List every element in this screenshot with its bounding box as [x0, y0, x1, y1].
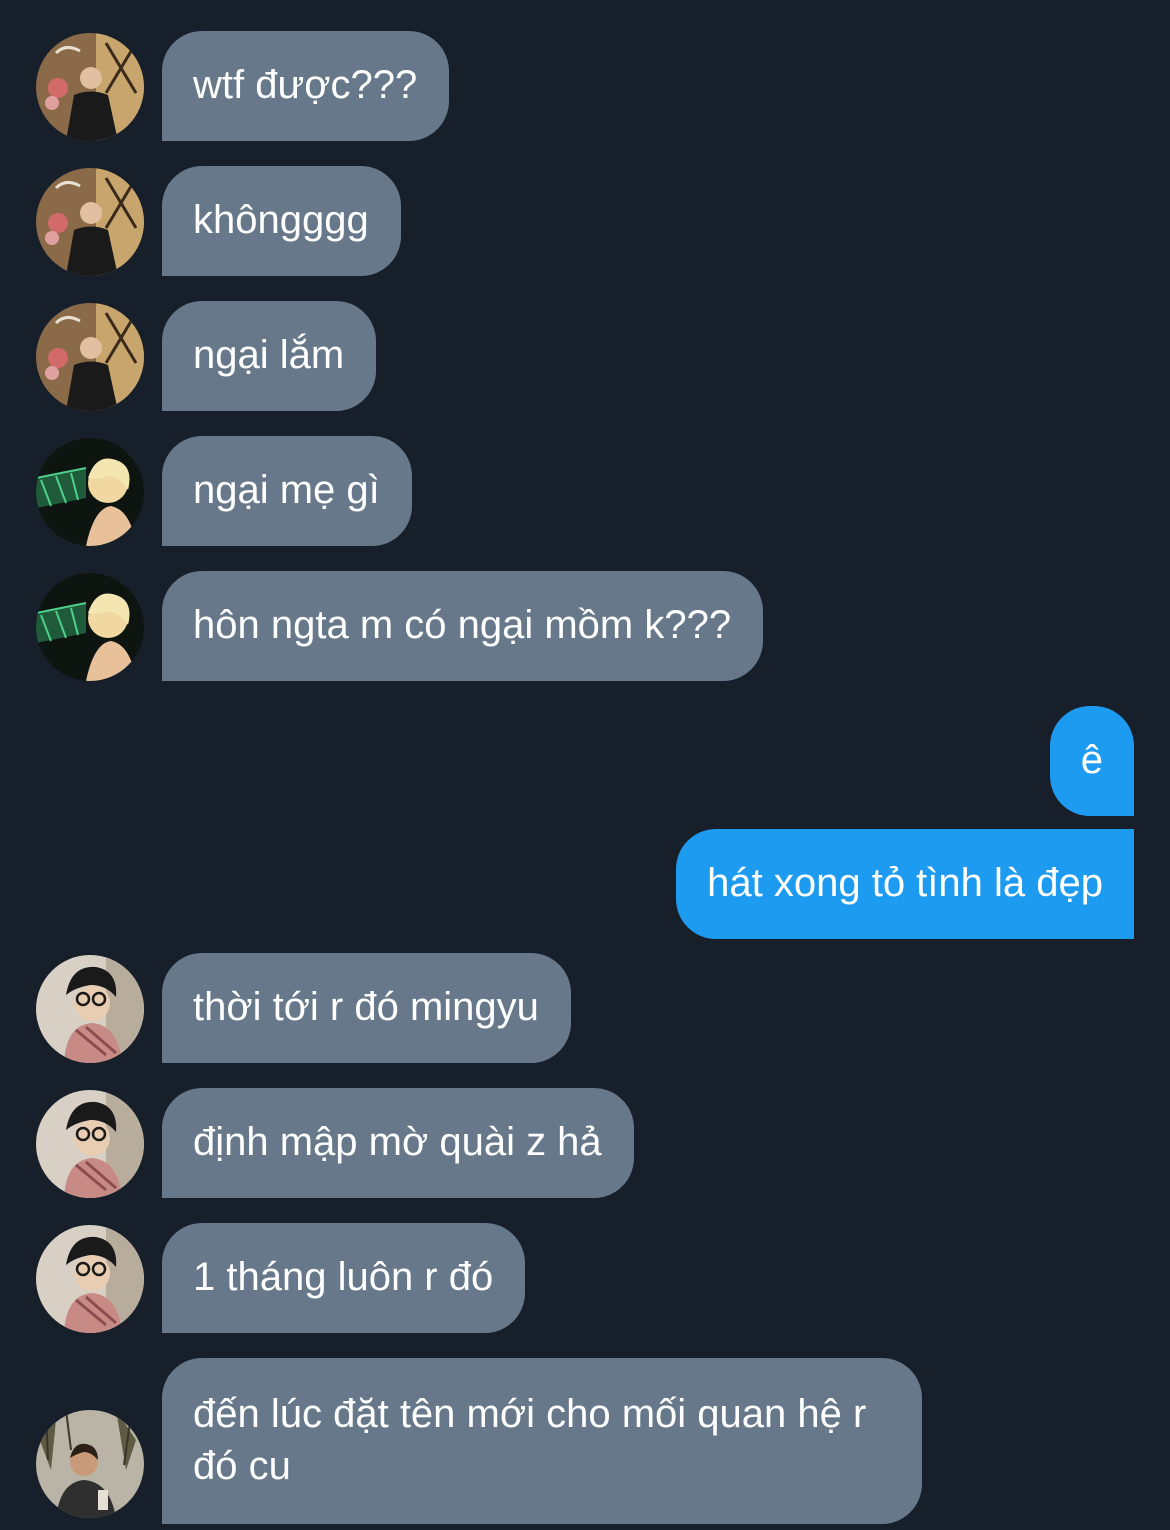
- message-text: ê: [1080, 738, 1103, 782]
- message-row: ngại mẹ gì: [0, 436, 1170, 546]
- message-bubble[interactable]: 1 tháng luôn r đó: [162, 1223, 526, 1333]
- message-row-outgoing: hát xong tỏ tình là đẹp: [0, 829, 1170, 939]
- message-row: 1 tháng luôn r đó: [0, 1223, 1170, 1333]
- avatar-guitar-man-icon: [36, 303, 144, 411]
- message-row: định mập mờ quài z hả: [0, 1088, 1170, 1198]
- avatar-glasses-person-icon: [36, 955, 144, 1063]
- avatar-blonde-person-icon: [36, 438, 144, 546]
- message-bubble[interactable]: wtf được???: [162, 31, 450, 141]
- message-bubble[interactable]: định mập mờ quài z hả: [162, 1088, 634, 1198]
- avatar-guitar-man-icon: [36, 168, 144, 276]
- message-row: thời tới r đó mingyu: [0, 953, 1170, 1063]
- message-row: khôngggg: [0, 166, 1170, 276]
- message-text: ngại lắm: [193, 333, 345, 377]
- sender-avatar[interactable]: [36, 1410, 144, 1518]
- message-bubble[interactable]: khôngggg: [162, 166, 401, 276]
- message-text: hát xong tỏ tình là đẹp: [707, 861, 1103, 905]
- message-row: ngại lắm: [0, 301, 1170, 411]
- sender-avatar[interactable]: [36, 168, 144, 276]
- message-text: định mập mờ quài z hả: [193, 1120, 602, 1164]
- message-row: hôn ngta m có ngại mồm k???: [0, 571, 1170, 681]
- avatar-glasses-person-icon: [36, 1225, 144, 1333]
- sender-avatar[interactable]: [36, 1225, 144, 1333]
- sender-avatar[interactable]: [36, 1090, 144, 1198]
- sender-avatar[interactable]: [36, 573, 144, 681]
- message-text: khôngggg: [193, 198, 369, 242]
- message-text: hôn ngta m có ngại mồm k???: [193, 603, 732, 647]
- message-bubble[interactable]: ngại mẹ gì: [162, 436, 412, 546]
- message-bubble-outgoing[interactable]: hát xong tỏ tình là đẹp: [676, 829, 1134, 939]
- message-bubble[interactable]: ngại lắm: [162, 301, 377, 411]
- message-row-outgoing: ê: [0, 706, 1170, 816]
- message-text: thời tới r đó mingyu: [193, 985, 539, 1029]
- message-thread: wtf được??? khôngggg ngại lắm ngại mẹ gì…: [0, 0, 1170, 1530]
- message-row: wtf được???: [0, 31, 1170, 141]
- sender-avatar[interactable]: [36, 33, 144, 141]
- message-text: đến lúc đặt tên mới cho mối quan hệ r đó…: [193, 1392, 867, 1488]
- message-bubble[interactable]: đến lúc đặt tên mới cho mối quan hệ r đó…: [162, 1358, 922, 1524]
- message-text: wtf được???: [193, 63, 418, 107]
- avatar-outdoor-man-icon: [36, 1410, 144, 1518]
- message-row: đến lúc đặt tên mới cho mối quan hệ r đó…: [0, 1358, 1170, 1524]
- message-bubble-outgoing[interactable]: ê: [1049, 706, 1134, 816]
- avatar-guitar-man-icon: [36, 33, 144, 141]
- sender-avatar[interactable]: [36, 303, 144, 411]
- message-text: ngại mẹ gì: [193, 468, 380, 512]
- avatar-blonde-person-icon: [36, 573, 144, 681]
- sender-avatar[interactable]: [36, 438, 144, 546]
- sender-avatar[interactable]: [36, 955, 144, 1063]
- message-bubble[interactable]: thời tới r đó mingyu: [162, 953, 571, 1063]
- avatar-glasses-person-icon: [36, 1090, 144, 1198]
- message-text: 1 tháng luôn r đó: [193, 1255, 494, 1299]
- message-bubble[interactable]: hôn ngta m có ngại mồm k???: [162, 571, 764, 681]
